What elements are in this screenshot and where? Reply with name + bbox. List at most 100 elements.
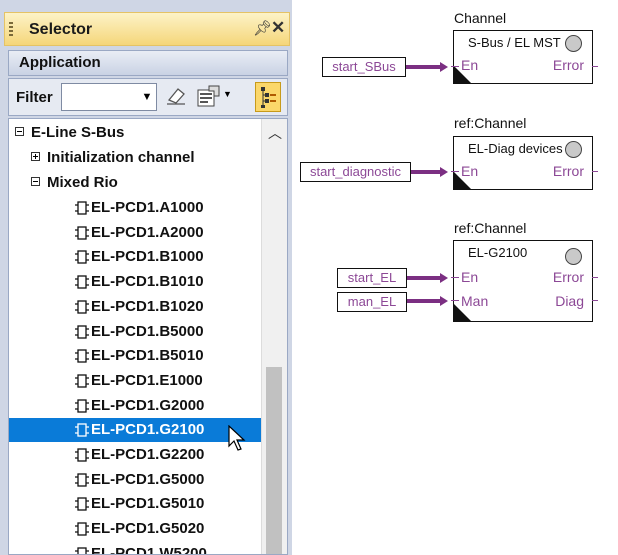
tree-root-node[interactable]: E-Line S-Bus <box>9 121 261 145</box>
device-module-icon <box>75 226 89 240</box>
block-title: Channel <box>454 10 507 26</box>
output-port-error[interactable]: Error <box>553 269 584 285</box>
tree-item-label: EL-PCD1.B5010 <box>91 347 204 364</box>
input-stub <box>451 171 459 172</box>
tree-item[interactable]: EL-PCD1.W5200 <box>9 542 261 555</box>
device-module-icon <box>75 250 89 264</box>
panel-title: Selector <box>29 21 93 38</box>
function-block[interactable]: S-Bus / EL MST En Error <box>453 30 593 84</box>
wire-arrow-icon <box>440 296 448 306</box>
input-stub <box>451 300 459 301</box>
tree-item[interactable]: EL-PCD1.B1000 <box>9 245 261 269</box>
props-dropdown-icon[interactable]: ▼ <box>223 89 232 99</box>
input-port-en[interactable]: En <box>461 269 478 285</box>
device-module-icon <box>75 547 89 554</box>
status-lamp-icon <box>565 141 582 158</box>
connection-wire <box>407 299 440 303</box>
close-icon[interactable]: ✕ <box>271 18 285 38</box>
tree-item-label: EL-PCD1.G5010 <box>91 495 205 512</box>
output-port-diag[interactable]: Diag <box>555 293 584 309</box>
tree-item[interactable]: EL-PCD1.A2000 <box>9 221 261 245</box>
tree-item[interactable]: EL-PCD1.B1020 <box>9 295 261 319</box>
output-stub <box>592 300 598 301</box>
device-module-icon <box>75 325 89 339</box>
block-corner-marker <box>454 172 471 189</box>
block-name: EL-G2100 <box>468 245 528 260</box>
application-label: Application <box>19 54 101 71</box>
pin-icon[interactable]: 📌︎ <box>253 19 272 37</box>
input-variable[interactable]: start_EL <box>337 268 407 288</box>
output-stub <box>592 277 598 278</box>
status-lamp-icon <box>565 35 582 52</box>
drag-grip-icon[interactable] <box>9 22 13 38</box>
tree-item-label: EL-PCD1.G5020 <box>91 520 205 537</box>
tree-item[interactable]: EL-PCD1.G5000 <box>9 468 261 492</box>
filter-toolbar: Filter ▼ ▼ <box>8 78 288 116</box>
function-block[interactable]: EL-Diag devices En Error <box>453 136 593 190</box>
selector-panel: Selector 📌︎ ✕ Application Filter ▼ ▼ E-L… <box>0 0 292 555</box>
tree-item-label: EL-PCD1.B5000 <box>91 323 204 340</box>
tree-item-label: EL-PCD1.A1000 <box>91 199 204 216</box>
tree-item[interactable]: EL-PCD1.B5000 <box>9 320 261 344</box>
block-corner-marker <box>454 66 471 83</box>
device-module-icon <box>75 497 89 511</box>
device-module-icon <box>75 201 89 215</box>
filter-label: Filter <box>16 89 53 106</box>
function-block[interactable]: EL-G2100 En Error Man Diag <box>453 240 593 322</box>
tree-group-init[interactable]: Initialization channel <box>9 146 261 170</box>
tree-item-label: EL-PCD1.E1000 <box>91 372 203 389</box>
output-port-error[interactable]: Error <box>553 57 584 73</box>
input-variable[interactable]: man_EL <box>337 292 407 312</box>
device-module-icon <box>75 275 89 289</box>
device-module-icon <box>75 399 89 413</box>
collapse-icon[interactable] <box>15 127 24 136</box>
collapse-icon[interactable] <box>31 177 40 186</box>
tree-item[interactable]: EL-PCD1.G2000 <box>9 394 261 418</box>
tree-item[interactable]: EL-PCD1.G2100 <box>9 418 261 442</box>
tree-group-label: Initialization channel <box>47 149 195 166</box>
output-stub <box>592 171 598 172</box>
tree-item-label: EL-PCD1.B1010 <box>91 273 204 290</box>
tree-item[interactable]: EL-PCD1.A1000 <box>9 196 261 220</box>
expand-icon[interactable] <box>31 152 40 161</box>
scroll-thumb[interactable] <box>266 367 282 554</box>
tree-root-label: E-Line S-Bus <box>31 124 125 141</box>
tree-group-label: Mixed Rio <box>47 174 118 191</box>
block-corner-marker <box>454 304 471 321</box>
status-lamp-icon <box>565 248 582 265</box>
tree-item[interactable]: EL-PCD1.B1010 <box>9 270 261 294</box>
device-module-icon <box>75 522 89 536</box>
block-title: ref:Channel <box>454 220 527 236</box>
panel-title-bar[interactable]: Selector 📌︎ ✕ <box>4 12 290 46</box>
output-port-error[interactable]: Error <box>553 163 584 179</box>
device-module-icon <box>75 448 89 462</box>
input-variable[interactable]: start_SBus <box>322 57 406 77</box>
tree-view-toggle-icon[interactable] <box>255 82 281 112</box>
device-module-icon <box>75 374 89 388</box>
mouse-cursor-icon <box>228 425 246 451</box>
tree-item[interactable]: EL-PCD1.E1000 <box>9 369 261 393</box>
tree-item[interactable]: EL-PCD1.G5020 <box>9 517 261 541</box>
block-name: EL-Diag devices <box>468 141 563 156</box>
connection-wire <box>406 65 440 69</box>
tree-item-label: EL-PCD1.W5200 <box>91 545 207 555</box>
device-module-icon <box>75 349 89 363</box>
application-header[interactable]: Application <box>8 50 288 76</box>
tree-item[interactable]: EL-PCD1.G2200 <box>9 443 261 467</box>
scroll-up-icon[interactable]: ︿ <box>268 123 282 143</box>
properties-icon[interactable] <box>195 84 221 110</box>
tree-group-mixed[interactable]: Mixed Rio <box>9 171 261 195</box>
wire-arrow-icon <box>440 62 448 72</box>
tree-item[interactable]: EL-PCD1.G5010 <box>9 492 261 516</box>
tree-scrollbar[interactable]: ︿ <box>261 119 287 554</box>
output-stub <box>592 66 598 67</box>
connection-wire <box>407 276 440 280</box>
tree-item-label: EL-PCD1.B1000 <box>91 248 204 265</box>
chevron-down-icon[interactable]: ▼ <box>139 85 155 109</box>
tree-item-label: EL-PCD1.G2000 <box>91 397 205 414</box>
eraser-icon[interactable] <box>165 85 187 107</box>
tree-item[interactable]: EL-PCD1.B5010 <box>9 344 261 368</box>
wire-arrow-icon <box>440 273 448 283</box>
tree-item-label: EL-PCD1.G2100 <box>91 421 205 438</box>
input-variable[interactable]: start_diagnostic <box>300 162 411 182</box>
